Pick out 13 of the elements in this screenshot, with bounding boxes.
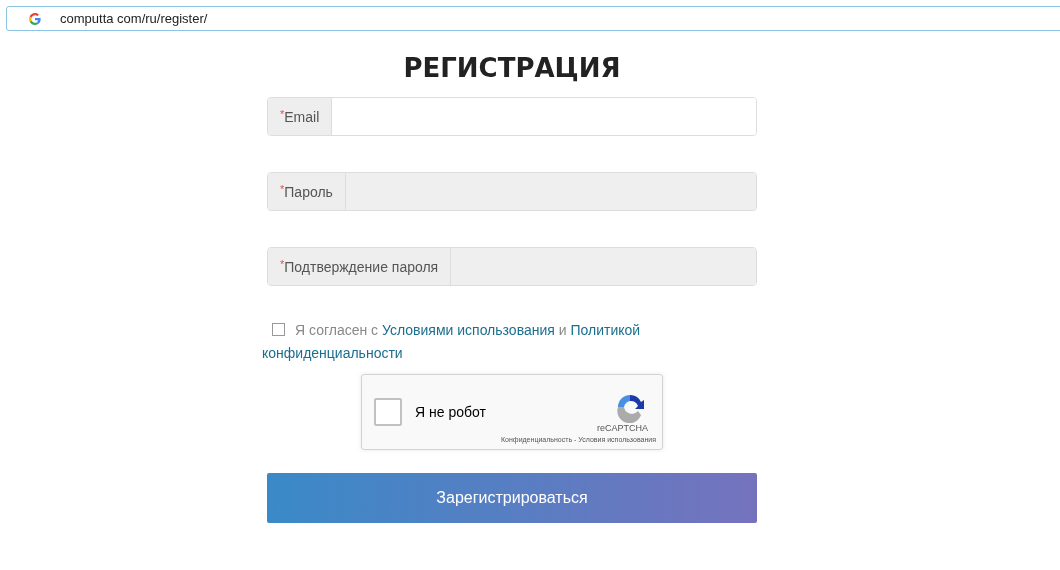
agreement-text: Я согласен с Условиями использования и Политикой конфиденциальности (262, 321, 642, 363)
captcha-checkbox[interactable] (374, 398, 402, 426)
url-text: computta com/ru/register/ (60, 11, 208, 26)
page-title: РЕГИСТРАЦИЯ (402, 53, 622, 83)
agreement-link[interactable]: Политикой (570, 322, 641, 338)
agreement-link[interactable]: Условиями использования (382, 322, 555, 338)
agreement-checkbox[interactable] (272, 323, 285, 336)
address-bar[interactable]: computta com/ru/register/ (6, 6, 1060, 31)
captcha-brand: reCAPTCHA (597, 423, 648, 433)
agreement-link[interactable]: конфиденциальности (262, 345, 403, 361)
register-button[interactable]: Зарегистрироваться (267, 473, 757, 523)
google-icon (29, 12, 41, 25)
captcha-label: Я не робот (415, 404, 487, 420)
